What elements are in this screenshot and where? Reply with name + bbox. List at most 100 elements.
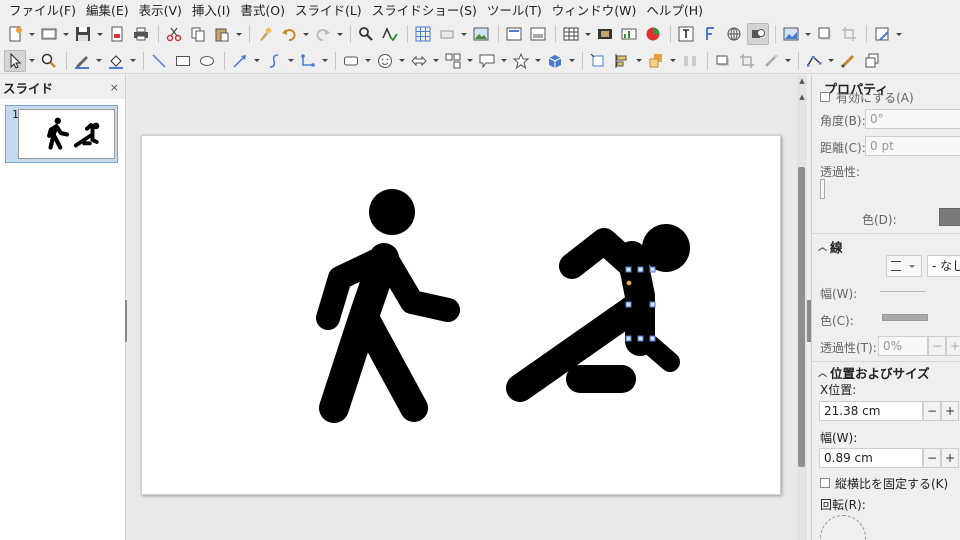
slide-canvas[interactable]: [141, 135, 781, 495]
save-dropdown[interactable]: [96, 23, 103, 45]
line-style-select[interactable]: [886, 255, 922, 277]
symbol-shapes-icon[interactable]: [374, 50, 396, 72]
menu-item-7[interactable]: ツール(T): [482, 0, 547, 21]
shadow-color-swatch[interactable]: [939, 208, 960, 226]
line-width-preview[interactable]: [880, 291, 926, 292]
stars-icon[interactable]: [510, 50, 532, 72]
clone-format-icon[interactable]: [254, 23, 276, 45]
hyperlink-icon[interactable]: [723, 23, 745, 45]
scroll-up-page-icon[interactable]: ▲: [798, 93, 806, 101]
slide-thumbnail[interactable]: [18, 109, 115, 159]
line-tool-icon[interactable]: [148, 50, 170, 72]
master-slide-icon[interactable]: [503, 23, 525, 45]
filter-icon[interactable]: [760, 50, 782, 72]
line-transparency-minus[interactable]: −: [928, 336, 946, 356]
chart-icon[interactable]: [618, 23, 640, 45]
enable-shadow-checkbox[interactable]: [820, 92, 830, 102]
paste-dropdown[interactable]: [235, 23, 242, 45]
slide-thumbnail-selected[interactable]: 1: [5, 105, 118, 163]
print-icon[interactable]: [130, 23, 152, 45]
width-field[interactable]: 0.89 cm: [819, 448, 923, 468]
distribute-icon[interactable]: [679, 50, 701, 72]
align-dropdown[interactable]: [635, 50, 642, 72]
rotate-icon[interactable]: [587, 50, 609, 72]
picture-dropdown[interactable]: [804, 23, 811, 45]
menu-item-2[interactable]: 表示(V): [134, 0, 187, 21]
copy-icon[interactable]: [187, 23, 209, 45]
width-minus[interactable]: −: [923, 448, 941, 468]
basic-shapes-dropdown[interactable]: [364, 50, 371, 72]
line-color-swatch[interactable]: [882, 314, 928, 321]
vertical-scrollbar[interactable]: ▲ ▲: [797, 75, 807, 540]
spelling-icon[interactable]: [379, 23, 401, 45]
filter-dropdown[interactable]: [784, 50, 791, 72]
basic-shapes-icon[interactable]: [340, 50, 362, 72]
points-icon[interactable]: [803, 50, 825, 72]
ellipse-icon[interactable]: [196, 50, 218, 72]
select-icon[interactable]: [4, 49, 26, 72]
line-color-dropdown[interactable]: [95, 50, 102, 72]
export-pdf-icon[interactable]: [106, 23, 128, 45]
connector-icon[interactable]: [297, 50, 319, 72]
width-plus[interactable]: +: [941, 448, 959, 468]
line-section-header[interactable]: ︿ 線: [818, 237, 843, 256]
xpos-plus[interactable]: +: [941, 401, 959, 421]
views-dropdown[interactable]: [460, 23, 467, 45]
paste-icon[interactable]: [211, 23, 233, 45]
scroll-up-icon[interactable]: ▲: [798, 77, 806, 85]
arrow-dropdown[interactable]: [253, 50, 260, 72]
new-dropdown[interactable]: [28, 23, 35, 45]
points-dropdown[interactable]: [827, 50, 834, 72]
align-icon[interactable]: [611, 50, 633, 72]
pie-icon[interactable]: [642, 23, 664, 45]
keep-ratio-checkbox[interactable]: [820, 478, 830, 488]
table-icon[interactable]: [560, 23, 582, 45]
menu-item-4[interactable]: 書式(O): [235, 0, 290, 21]
position-section-header[interactable]: ︿ 位置およびサイズ: [818, 363, 930, 382]
select-dropdown[interactable]: [28, 50, 35, 72]
template-dropdown[interactable]: [62, 23, 69, 45]
transparency-slider[interactable]: [820, 179, 825, 199]
template-icon[interactable]: [38, 23, 60, 45]
undo-icon[interactable]: [278, 23, 300, 45]
undo-dropdown[interactable]: [302, 23, 309, 45]
arrange-icon[interactable]: [645, 50, 667, 72]
menu-item-3[interactable]: 挿入(I): [187, 0, 235, 21]
arrange-dropdown[interactable]: [669, 50, 676, 72]
flowchart-icon[interactable]: [442, 50, 464, 72]
block-arrows-dropdown[interactable]: [432, 50, 439, 72]
line-transparency-plus[interactable]: +: [946, 336, 960, 356]
find-replace-icon[interactable]: [355, 23, 377, 45]
object-icon[interactable]: [747, 23, 769, 45]
callouts-icon[interactable]: [476, 50, 498, 72]
table-dropdown[interactable]: [584, 23, 591, 45]
connector-dropdown[interactable]: [321, 50, 328, 72]
redo-dropdown[interactable]: [336, 23, 343, 45]
curve-dropdown[interactable]: [287, 50, 294, 72]
menu-item-8[interactable]: ウィンドウ(W): [547, 0, 642, 21]
toggle-extrusion-icon[interactable]: [861, 50, 883, 72]
display-views-icon[interactable]: [436, 23, 458, 45]
cut-icon[interactable]: [163, 23, 185, 45]
fontwork-icon[interactable]: [699, 23, 721, 45]
line-transparency-field[interactable]: 0%: [878, 336, 928, 356]
xpos-minus[interactable]: −: [923, 401, 941, 421]
symbol-shapes-dropdown[interactable]: [398, 50, 405, 72]
walking-person-figure[interactable]: [316, 189, 460, 423]
glue-icon[interactable]: [837, 50, 859, 72]
callouts-dropdown[interactable]: [500, 50, 507, 72]
zoom-icon[interactable]: [38, 50, 60, 72]
menu-item-1[interactable]: 編集(E): [81, 0, 134, 21]
curve-icon[interactable]: [263, 50, 285, 72]
line-style-value[interactable]: - なし: [927, 255, 960, 277]
line-color-icon[interactable]: [71, 50, 93, 72]
save-icon[interactable]: [72, 23, 94, 45]
block-arrows-icon[interactable]: [408, 50, 430, 72]
3d-object-dropdown[interactable]: [568, 50, 575, 72]
distance-field[interactable]: 0 pt: [865, 136, 960, 156]
arrow-icon[interactable]: [229, 50, 251, 72]
shadow-icon[interactable]: [814, 23, 836, 45]
textbox-icon[interactable]: [675, 23, 697, 45]
menu-item-6[interactable]: スライドショー(S): [367, 0, 482, 21]
picture-icon[interactable]: [780, 23, 802, 45]
